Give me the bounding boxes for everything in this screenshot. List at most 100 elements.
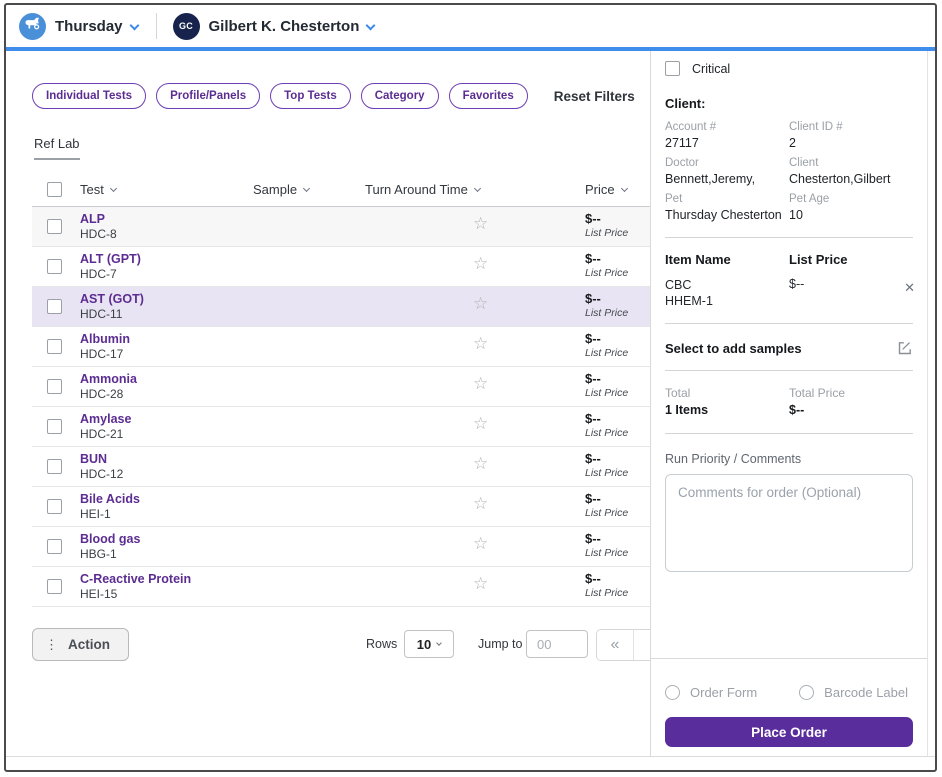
- favorite-star-icon[interactable]: ☆: [473, 375, 488, 392]
- comments-label: Run Priority / Comments: [665, 452, 802, 466]
- context-selector-label[interactable]: Thursday: [55, 18, 123, 35]
- table-row-highlighted[interactable]: AST (GOT) HDC-11 ☆ $-- List Price: [32, 287, 650, 327]
- chevron-down-icon[interactable]: [129, 20, 139, 30]
- filter-favorites[interactable]: Favorites: [448, 83, 528, 109]
- price-note: List Price: [585, 467, 629, 479]
- table-row[interactable]: Amylase HDC-21 ☆ $-- List Price: [32, 407, 650, 447]
- filter-individual-tests[interactable]: Individual Tests: [32, 83, 147, 109]
- action-button[interactable]: ⋮ Action: [32, 628, 129, 661]
- column-header-test[interactable]: Test: [80, 182, 117, 197]
- table-row[interactable]: C-Reactive Protein HEI-15 ☆ $-- List Pri…: [32, 567, 650, 607]
- test-name-link[interactable]: Amylase: [80, 412, 131, 427]
- row-checkbox[interactable]: [47, 219, 62, 234]
- top-bar: Thursday GC Gilbert K. Chesterton: [6, 5, 935, 47]
- first-page-button[interactable]: «: [597, 630, 634, 660]
- column-header-price[interactable]: Price: [585, 182, 628, 197]
- price-value: $--: [585, 251, 601, 266]
- favorite-star-icon[interactable]: ☆: [473, 455, 488, 472]
- print-options: Order Form Barcode Label: [665, 685, 913, 700]
- price-value: $--: [585, 531, 601, 546]
- test-code: HDC-11: [80, 307, 123, 321]
- chevron-down-icon: [303, 184, 311, 192]
- client-field: Account # 27117: [665, 121, 717, 150]
- row-checkbox[interactable]: [47, 499, 62, 514]
- tab-ref-lab[interactable]: Ref Lab: [34, 136, 80, 160]
- favorite-star-icon[interactable]: ☆: [473, 415, 488, 432]
- client-selector-label[interactable]: Gilbert K. Chesterton: [209, 18, 360, 35]
- rows-per-page-select[interactable]: 10: [404, 630, 454, 658]
- comments-textarea[interactable]: [665, 474, 913, 572]
- client-heading: Client:: [665, 96, 706, 111]
- jump-to-input[interactable]: [526, 630, 588, 658]
- test-name-link[interactable]: Blood gas: [80, 532, 140, 547]
- price-note: List Price: [585, 347, 629, 359]
- table-footer-bar: ⋮ Action Rows 10 Jump to « ‹: [6, 628, 672, 664]
- section-divider: [665, 370, 913, 371]
- test-name-link[interactable]: Ammonia: [80, 372, 137, 387]
- add-samples-row: Select to add samples: [665, 340, 913, 356]
- favorite-star-icon[interactable]: ☆: [473, 335, 488, 352]
- favorite-star-icon[interactable]: ☆: [473, 495, 488, 512]
- row-checkbox[interactable]: [47, 379, 62, 394]
- table-row[interactable]: Bile Acids HEI-1 ☆ $-- List Price: [32, 487, 650, 527]
- row-checkbox[interactable]: [47, 419, 62, 434]
- price-value: $--: [585, 451, 601, 466]
- price-note: List Price: [585, 427, 629, 439]
- test-name-link[interactable]: Bile Acids: [80, 492, 140, 507]
- critical-checkbox[interactable]: [665, 61, 680, 76]
- table-row[interactable]: ALT (GPT) HDC-7 ☆ $-- List Price: [32, 247, 650, 287]
- row-checkbox[interactable]: [47, 579, 62, 594]
- favorite-star-icon[interactable]: ☆: [473, 535, 488, 552]
- test-name-link[interactable]: AST (GOT): [80, 292, 144, 307]
- price-value: $--: [585, 411, 601, 426]
- row-checkbox[interactable]: [47, 339, 62, 354]
- test-code: HDC-17: [80, 347, 124, 361]
- rows-label: Rows: [366, 637, 398, 651]
- order-item: CBC HHEM-1 $-- ✕: [665, 277, 915, 308]
- table-row[interactable]: BUN HDC-12 ☆ $-- List Price: [32, 447, 650, 487]
- topbar-divider: [155, 13, 157, 39]
- chevron-down-icon[interactable]: [365, 20, 376, 30]
- test-code: HDC-7: [80, 267, 117, 281]
- test-name-link[interactable]: C-Reactive Protein: [80, 572, 191, 587]
- row-checkbox[interactable]: [47, 299, 62, 314]
- price-value: $--: [585, 571, 601, 586]
- client-field: Pet Thursday Chesterton: [665, 193, 782, 222]
- test-code: HDC-28: [80, 387, 124, 401]
- test-name-link[interactable]: ALP: [80, 212, 105, 227]
- column-header-sample[interactable]: Sample: [253, 182, 311, 197]
- filter-pills: Individual Tests Profile/Panels Top Test…: [32, 83, 650, 109]
- favorite-star-icon[interactable]: ☆: [473, 575, 488, 592]
- filter-top-tests[interactable]: Top Tests: [270, 83, 351, 109]
- remove-item-icon[interactable]: ✕: [904, 281, 915, 294]
- price-value: $--: [585, 291, 601, 306]
- test-name-link[interactable]: BUN: [80, 452, 107, 467]
- reset-filters-button[interactable]: Reset Filters: [554, 89, 635, 104]
- favorite-star-icon[interactable]: ☆: [473, 255, 488, 272]
- select-all-checkbox[interactable]: [47, 182, 62, 197]
- edit-icon[interactable]: [897, 340, 913, 356]
- table-row[interactable]: Blood gas HBG-1 ☆ $-- List Price: [32, 527, 650, 567]
- column-header-turn-around-time[interactable]: Turn Around Time: [365, 182, 481, 197]
- place-order-button[interactable]: Place Order: [665, 717, 913, 747]
- order-summary-panel: Critical Client: Account # 27117 Client …: [650, 51, 928, 757]
- row-checkbox[interactable]: [47, 539, 62, 554]
- favorite-star-icon[interactable]: ☆: [473, 295, 488, 312]
- order-form-radio[interactable]: Order Form: [665, 685, 757, 700]
- pet-avatar: [19, 12, 46, 40]
- filter-category[interactable]: Category: [360, 83, 439, 109]
- test-name-link[interactable]: ALT (GPT): [80, 252, 141, 267]
- table-row[interactable]: Albumin HDC-17 ☆ $-- List Price: [32, 327, 650, 367]
- test-code: HDC-8: [80, 227, 117, 241]
- row-checkbox[interactable]: [47, 259, 62, 274]
- client-field: Client Chesterton,Gilbert: [789, 157, 891, 186]
- table-row[interactable]: ALP HDC-8 ☆ $-- List Price: [32, 207, 650, 247]
- filter-profile-panels[interactable]: Profile/Panels: [156, 83, 261, 109]
- favorite-star-icon[interactable]: ☆: [473, 215, 488, 232]
- table-row[interactable]: Ammonia HDC-28 ☆ $-- List Price: [32, 367, 650, 407]
- barcode-label-radio[interactable]: Barcode Label: [799, 685, 908, 700]
- order-summary-body: Critical Client: Account # 27117 Client …: [651, 51, 927, 659]
- price-note: List Price: [585, 387, 629, 399]
- row-checkbox[interactable]: [47, 459, 62, 474]
- test-name-link[interactable]: Albumin: [80, 332, 130, 347]
